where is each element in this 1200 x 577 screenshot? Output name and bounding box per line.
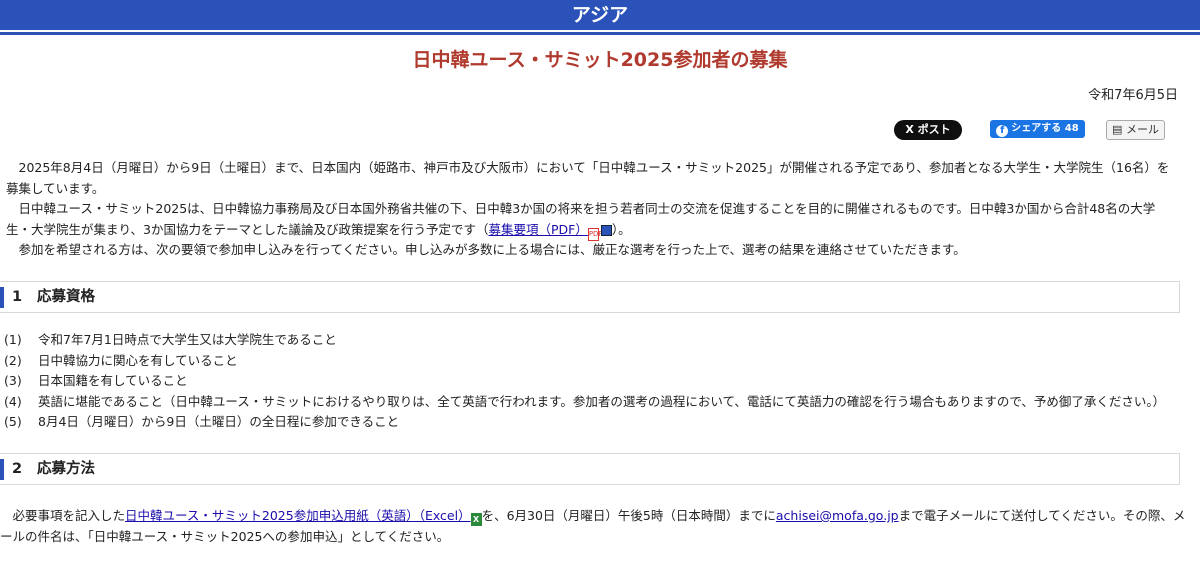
eligibility-list: (1) 令和7年7月1日時点で大学生又は大学院生であること (2) 日中韓協力に関心… bbox=[4, 330, 1194, 433]
publish-date: 令和7年6月5日 bbox=[1088, 88, 1178, 103]
section-title: 応募方法 bbox=[37, 461, 95, 477]
section-accent-bar bbox=[0, 287, 4, 308]
intro-paragraph-2: 日中韓ユース・サミット2025は、日中韓協力事務局及び日本国外務省共催の下、日中… bbox=[6, 199, 1172, 241]
section-heading-eligibility: 1 応募資格 bbox=[0, 281, 1180, 313]
mail-label: メール bbox=[1125, 123, 1159, 136]
section-number: 1 bbox=[12, 289, 23, 305]
region-banner: アジア bbox=[0, 0, 1200, 30]
share-count: 48 bbox=[1064, 123, 1079, 134]
excel-icon: X bbox=[470, 513, 482, 526]
list-item-marker: (1) bbox=[4, 332, 22, 347]
contact-email-link[interactable]: achisei@mofa.go.jp bbox=[776, 508, 899, 523]
mail-button[interactable]: ▤ メール bbox=[1106, 120, 1165, 140]
region-title: アジア bbox=[571, 4, 629, 26]
section-number: 2 bbox=[12, 461, 23, 477]
guidelines-pdf-link[interactable]: 募集要項（PDF） bbox=[488, 222, 587, 237]
list-item: (2) 日中韓協力に関心を有していること bbox=[4, 351, 1194, 372]
list-item-marker: (2) bbox=[4, 352, 22, 368]
section-heading-application: 2 応募方法 bbox=[0, 453, 1180, 485]
list-item-marker: (4) bbox=[4, 393, 22, 409]
list-item-text: 日本国籍を有していること bbox=[38, 373, 188, 388]
list-item-text: 8月4日（月曜日）から9日（土曜日）の全日程に参加できること bbox=[38, 414, 400, 429]
intro-p2-end: ）。 bbox=[611, 221, 631, 237]
application-form-excel-link[interactable]: 日中韓ユース・サミット2025参加申込用紙（英語）（Excel） bbox=[125, 508, 471, 523]
x-post-button[interactable]: X ポスト bbox=[894, 120, 962, 140]
list-item-text: 令和7年7月1日時点で大学生又は大学院生であること bbox=[38, 332, 337, 347]
list-item: (4) 英語に堪能であること（日中韓ユース・サミットにおけるやり取りは、全て英語で… bbox=[4, 392, 1194, 413]
x-post-label: ポスト bbox=[917, 123, 951, 136]
application-text-start: 必要事項を記入した bbox=[0, 508, 126, 523]
intro-paragraph-1: 2025年8月4日（月曜日）から9日（土曜日）まで、日本国内（姫路市、神戸市及び… bbox=[6, 160, 1170, 196]
application-text-middle: を、6月30日（月曜日）午後5時（日本時間）までに bbox=[481, 508, 776, 523]
list-item: (1) 令和7年7月1日時点で大学生又は大学院生であること bbox=[4, 330, 1194, 351]
list-item: (5) 8月4日（月曜日）から9日（土曜日）の全日程に参加できること bbox=[4, 412, 1194, 433]
facebook-share-button[interactable]: f シェアする 48 bbox=[990, 120, 1085, 138]
page-title: 日中韓ユース・サミット2025参加者の募集 bbox=[412, 49, 788, 71]
banner-divider bbox=[0, 32, 1200, 35]
list-item: (3) 日本国籍を有していること bbox=[4, 371, 1194, 392]
x-logo-icon: X bbox=[905, 123, 914, 136]
list-item-marker: (3) bbox=[4, 373, 22, 388]
facebook-icon: f bbox=[996, 125, 1009, 137]
list-item-marker: (5) bbox=[4, 414, 22, 429]
pdf-icon: PDF bbox=[587, 227, 602, 241]
external-window-icon bbox=[600, 224, 612, 236]
section-title: 応募資格 bbox=[37, 289, 95, 305]
application-paragraph: 必要事項を記入した日中韓ユース・サミット2025参加申込用紙（英語）（Excel… bbox=[0, 506, 1196, 547]
section-accent-bar bbox=[0, 459, 4, 480]
mail-icon: ▤ bbox=[1112, 123, 1123, 136]
intro-paragraph-3: 参加を希望される方は、次の要領で参加申し込みを行ってください。申し込みが多数に上… bbox=[6, 242, 966, 257]
share-label: シェアする bbox=[1011, 123, 1062, 134]
list-item-text: 日中韓協力に関心を有していること bbox=[38, 352, 238, 368]
list-item-text: 英語に堪能であること（日中韓ユース・サミットにおけるやり取りは、全て英語で行われ… bbox=[38, 393, 1166, 409]
